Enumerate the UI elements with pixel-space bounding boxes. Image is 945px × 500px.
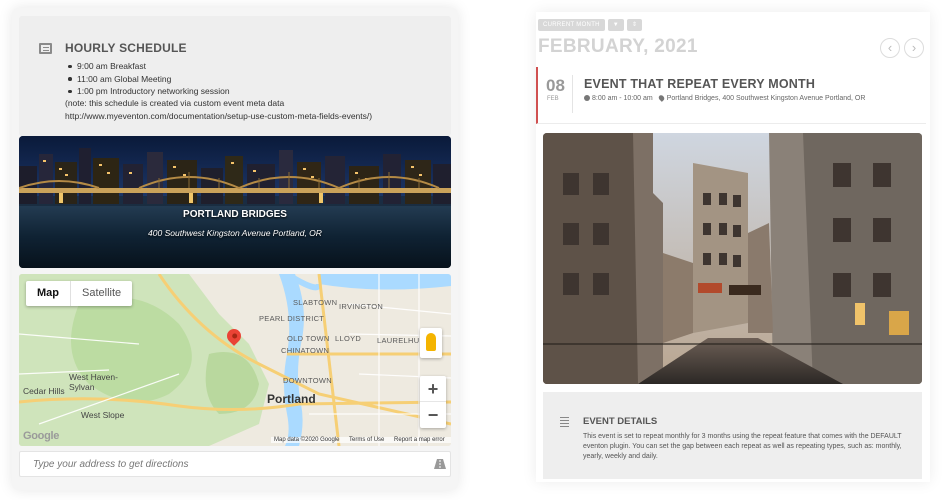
map-type-switcher: Map Satellite <box>26 281 133 306</box>
zoom-out-button[interactable]: − <box>420 402 446 428</box>
zoom-controls: + − <box>420 376 446 428</box>
current-month-button[interactable]: CURRENT MONTH <box>538 19 605 31</box>
event-details-text: This event is set to repeat monthly for … <box>583 433 902 460</box>
google-logo: Google <box>23 430 60 442</box>
previous-month-button[interactable]: ‹ <box>880 38 900 58</box>
location-image[interactable]: PORTLAND BRIDGES 400 Southwest Kingston … <box>19 136 451 268</box>
clock-icon <box>584 95 590 102</box>
schedule-title: HOURLY SCHEDULE <box>65 41 187 55</box>
map-attribution: Map data ©2020 Google Terms of Use Repor… <box>271 437 451 443</box>
map-label-chinatown: CHINATOWN <box>281 346 330 355</box>
event-location: Portland Bridges, 400 Southwest Kingston… <box>666 95 866 102</box>
map-data-credit: Map data ©2020 Google <box>274 437 340 443</box>
event-row[interactable]: 08 FEB EVENT THAT REPEAT EVERY MONTH 8:0… <box>536 67 926 124</box>
map-label-irvington: IRVINGTON <box>339 302 384 311</box>
schedule-note: (note: this schedule is created via cust… <box>65 98 373 121</box>
schedule-item: 9:00 am Breakfast <box>67 60 230 73</box>
event-time: 8:00 am - 10:00 am <box>592 95 653 102</box>
event-divider <box>572 75 573 113</box>
calendar-card: CURRENT MONTH ▼ ⇕ FEBRUARY, 2021 ‹ › 08 … <box>536 12 930 482</box>
filter-icon[interactable]: ▼ <box>607 19 625 31</box>
location-map[interactable]: Map Satellite SLABTOWN PEARL DISTRICT IR… <box>19 274 451 446</box>
hourly-schedule-section: HOURLY SCHEDULE 9:00 am Breakfast 11:00 … <box>19 16 451 136</box>
sort-icon[interactable]: ⇕ <box>627 19 643 31</box>
map-label-downtown: DOWNTOWN <box>283 376 332 385</box>
bridge-silhouette <box>19 172 451 203</box>
map-label-west-haven: West Haven-Sylvan <box>69 372 118 392</box>
calendar-toolbar: CURRENT MONTH ▼ ⇕ <box>538 19 643 31</box>
event-day: 08 <box>546 76 565 95</box>
event-details-section: EVENT DETAILS This event is set to repea… <box>543 392 922 479</box>
street-view-pegman-icon[interactable] <box>420 328 442 358</box>
map-label-cedar-hills: Cedar Hills <box>23 386 65 396</box>
map-label-portland: Portland <box>267 392 316 406</box>
location-name: PORTLAND BRIDGES <box>183 209 287 220</box>
location-address: 400 Southwest Kingston Avenue Portland, … <box>148 228 322 238</box>
map-label-slabtown: SLABTOWN <box>293 298 338 307</box>
event-meta: 8:00 am - 10:00 am Portland Bridges, 400 … <box>584 94 866 103</box>
details-lines-icon <box>560 417 569 418</box>
month-title: FEBRUARY, 2021 <box>538 36 698 57</box>
schedule-list: 9:00 am Breakfast 11:00 am Global Meetin… <box>67 60 230 98</box>
map-label-old-town: OLD TOWN <box>287 334 330 343</box>
schedule-item: 1:00 pm Introductory networking session <box>67 85 230 98</box>
report-map-error-link[interactable]: Report a map error <box>394 437 445 443</box>
map-label-west-slope: West Slope <box>81 410 125 420</box>
paris-street-photo <box>543 133 922 384</box>
event-month: FEB <box>547 96 559 102</box>
event-details-title: EVENT DETAILS <box>583 416 658 427</box>
next-month-button[interactable]: › <box>904 38 924 58</box>
schedule-item: 11:00 am Global Meeting <box>67 73 230 86</box>
map-label-pearl-district: PEARL DISTRICT <box>259 314 325 323</box>
schedule-list-icon <box>39 43 52 54</box>
location-pin-icon <box>657 94 666 103</box>
directions-address-input[interactable] <box>20 452 420 476</box>
terms-of-use-link[interactable]: Terms of Use <box>349 437 384 443</box>
zoom-in-button[interactable]: + <box>420 376 446 402</box>
event-title: EVENT THAT REPEAT EVERY MONTH <box>584 77 816 91</box>
event-detail-card: HOURLY SCHEDULE 9:00 am Breakfast 11:00 … <box>12 8 458 490</box>
map-label-lloyd: LLOYD <box>335 334 362 343</box>
map-type-satellite-button[interactable]: Satellite <box>70 281 132 306</box>
event-photo <box>543 133 922 384</box>
directions-form <box>19 451 451 477</box>
road-icon[interactable] <box>434 459 446 469</box>
map-type-map-button[interactable]: Map <box>26 281 70 306</box>
